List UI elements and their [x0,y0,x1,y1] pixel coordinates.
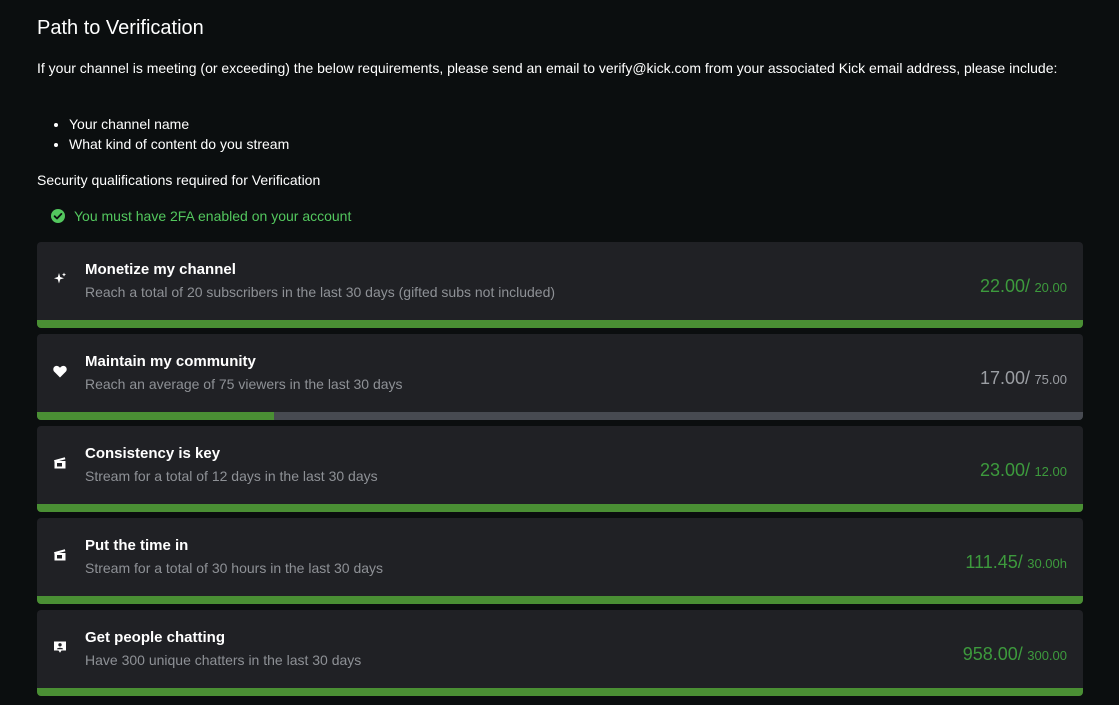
progress-bar [37,688,1083,696]
progress-bar [37,412,1083,420]
requirement-card-chatting: Get people chatting Have 300 unique chat… [37,610,1083,696]
requirement-title: Put the time in [85,537,189,554]
chat-user-icon [52,639,68,655]
requirement-title: Monetize my channel [85,261,236,278]
requirement-target: 20.00 [1034,280,1067,295]
requirement-title: Maintain my community [85,353,256,370]
requirement-target: 30.00h [1027,556,1067,571]
requirement-title: Get people chatting [85,629,226,646]
requirement-description: Stream for a total of 30 hours in the la… [85,560,384,576]
requirement-value: 111.45/ 30.00h [965,552,1067,573]
requirement-card-consistency: Consistency is key Stream for a total of… [37,426,1083,512]
requirement-card-monetize: Monetize my channel Reach a total of 20 … [37,242,1083,328]
requirement-target: 300.00 [1027,648,1067,663]
requirements-list: Your channel name What kind of content d… [37,114,289,154]
progress-bar [37,320,1083,328]
progress-fill [37,504,1083,512]
requirement-card-time: Put the time in Stream for a total of 30… [37,518,1083,604]
requirement-target: 12.00 [1034,464,1067,479]
clapperboard-icon [52,547,68,563]
verification-page: Path to Verification If your channel is … [0,0,1119,705]
requirement-target: 75.00 [1034,372,1067,387]
requirement-description: Reach a total of 20 subscribers in the l… [85,284,556,300]
requirement-current: 111.45/ [965,552,1023,572]
clapperboard-icon [52,455,68,471]
progress-bar [37,596,1083,604]
heart-icon [52,363,68,379]
requirement-value: 17.00/ 75.00 [980,368,1067,389]
requirement-description: Have 300 unique chatters in the last 30 … [85,652,362,668]
bullet-channel-name: Your channel name [69,114,289,134]
progress-fill [37,412,275,420]
sparkle-icon [52,271,68,287]
twofa-status: You must have 2FA enabled on your accoun… [50,206,351,226]
requirement-value: 22.00/ 20.00 [980,276,1067,297]
twofa-text: You must have 2FA enabled on your accoun… [74,208,352,224]
requirement-card-community: Maintain my community Reach an average o… [37,334,1083,420]
requirement-current: 958.00/ [962,644,1023,664]
bullet-content-type: What kind of content do you stream [69,134,289,154]
requirement-current: 23.00/ [979,460,1030,480]
requirement-value: 958.00/ 300.00 [963,644,1067,665]
requirement-value: 23.00/ 12.00 [980,460,1067,481]
security-heading: Security qualifications required for Ver… [37,172,321,188]
requirement-description: Stream for a total of 12 days in the las… [85,468,378,484]
progress-bar [37,504,1083,512]
page-title: Path to Verification [37,17,204,39]
requirement-description: Reach an average of 75 viewers in the la… [85,376,403,392]
requirement-current: 17.00/ [979,368,1030,388]
requirement-current: 22.00/ [979,276,1030,296]
progress-fill [37,688,1083,696]
progress-fill [37,596,1083,604]
requirement-title: Consistency is key [85,445,221,462]
intro-text: If your channel is meeting (or exceeding… [37,60,1058,76]
progress-fill [37,320,1083,328]
check-circle-icon [50,208,66,224]
